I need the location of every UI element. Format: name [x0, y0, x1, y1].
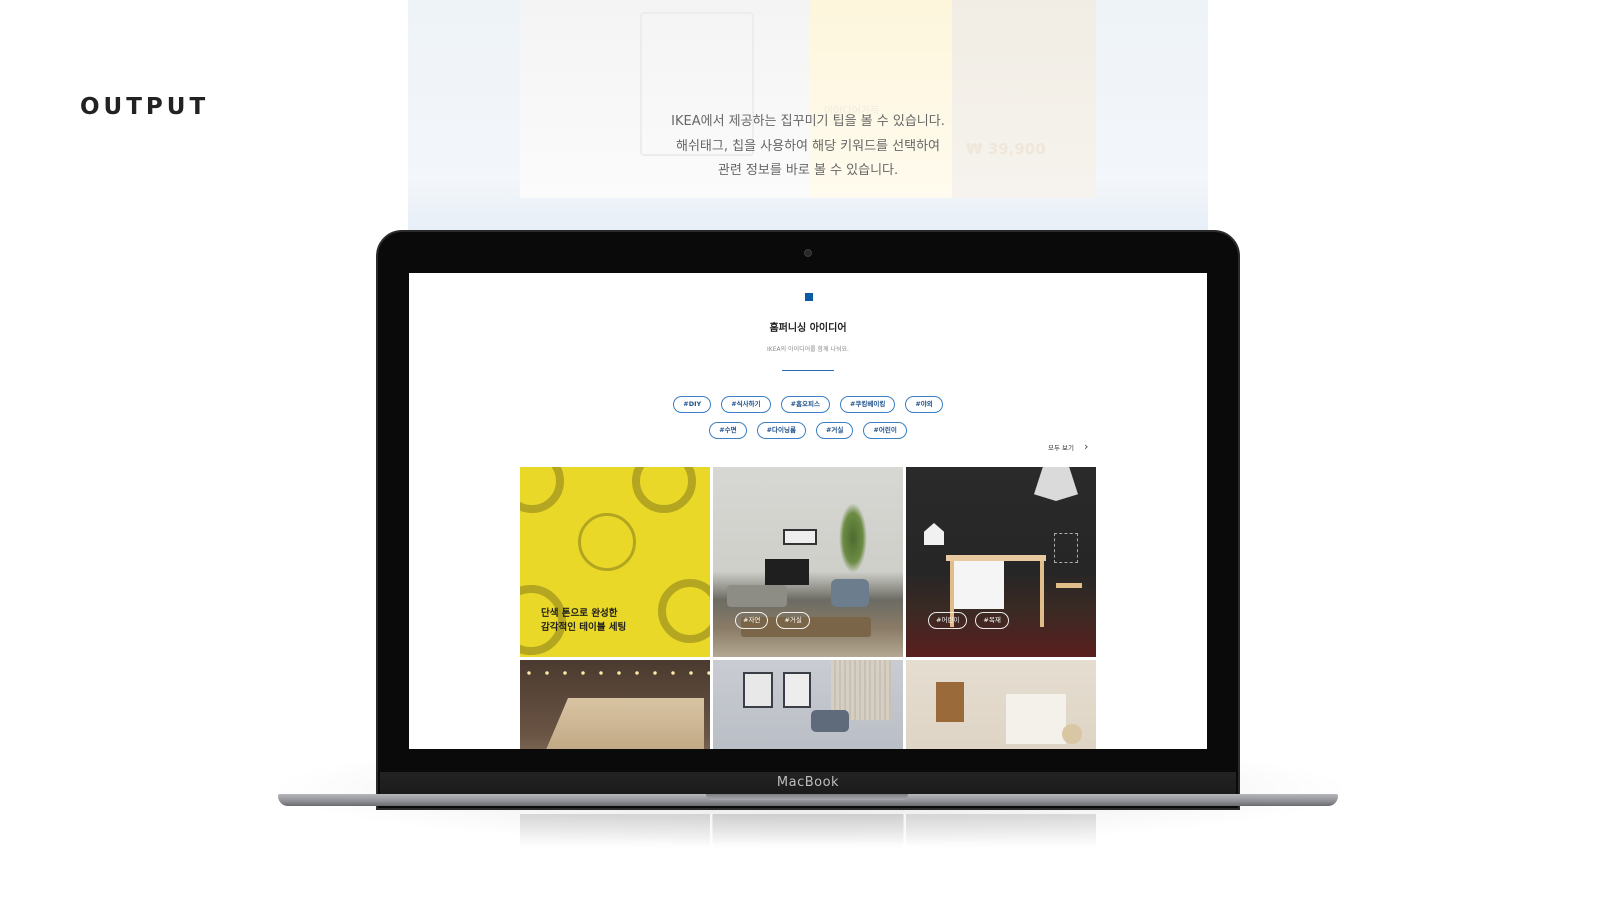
desk-leg-shape	[1040, 561, 1044, 627]
wall-art-shape	[743, 672, 773, 708]
title-divider	[782, 370, 834, 371]
sofa-shape	[727, 585, 787, 607]
idea-tile-hallway[interactable]	[906, 660, 1096, 749]
hashtag-chip[interactable]: #거실	[815, 422, 854, 439]
hashtag-chip[interactable]: #홈오피스	[780, 396, 830, 413]
idea-tile-outdoor-tent[interactable]	[520, 660, 710, 749]
string-lights-shape	[520, 670, 710, 676]
tile-hashtag-chip[interactable]: #목재	[975, 612, 1009, 629]
description-line: 관련 정보를 바로 볼 수 있습니다.	[717, 163, 899, 178]
hashtag-chip[interactable]: #DIY	[673, 396, 712, 413]
view-all-link[interactable]: 모두 보기 ›	[1048, 441, 1088, 452]
wall-art-shape	[783, 672, 811, 708]
tile-caption: 단색 톤으로 완성한 감각적인 테이블 세팅	[541, 607, 626, 635]
wall-art-shape	[783, 529, 817, 545]
armchair-shape	[831, 579, 869, 607]
laptop-notch	[706, 794, 908, 800]
tile-caption-line: 단색 톤으로 완성한	[541, 608, 618, 619]
hashtag-chip[interactable]: #쿠킹베이킹	[839, 396, 896, 413]
laptop-chin: MacBook	[380, 772, 1236, 796]
hashtag-chip[interactable]: #어린이	[863, 422, 907, 439]
hashtag-chip[interactable]: #식사하기	[721, 396, 771, 413]
description-line: 해쉬태그, 칩을 사용하여 해당 키워드를 선택하여	[676, 138, 940, 154]
tile-tags: #자연 #거실	[735, 612, 810, 629]
idea-tile-table-setting[interactable]: 단색 톤으로 완성한 감각적인 테이블 세팅	[520, 467, 710, 657]
description-line: IKEA에서 제공하는 집꾸미기 팁을 볼 수 있습니다.	[671, 114, 945, 129]
idea-tile-bedroom[interactable]	[713, 660, 903, 749]
pillow-shape	[811, 710, 849, 732]
accent-square-icon	[805, 293, 813, 301]
hashtag-chip[interactable]: #다이닝룸	[756, 422, 806, 439]
idea-tile-kids-room[interactable]: #어린이 #목재	[906, 467, 1096, 657]
section-subtitle: IKEA의 아이디어를 함께 나눠요.	[767, 346, 849, 353]
tile-tags: #어린이 #목재	[928, 612, 1009, 629]
laptop-screen: 홈퍼니싱 아이디어 IKEA의 아이디어를 함께 나눠요. #DIY #식사하기…	[409, 273, 1207, 749]
paper-roll-shape	[952, 561, 1004, 609]
output-label: OUTPUT	[80, 94, 210, 120]
shelf-shape	[936, 682, 964, 722]
tile-hashtag-chip[interactable]: #어린이	[928, 612, 968, 629]
pendant-lamp-shape	[1034, 467, 1078, 501]
view-all-label: 모두 보기	[1048, 443, 1074, 452]
idea-tile-living-room[interactable]: #자연 #거실	[713, 467, 903, 657]
plant-shape	[839, 503, 867, 573]
hashtag-chip[interactable]: #야외	[905, 396, 943, 413]
idea-grid: 단색 톤으로 완성한 감각적인 테이블 세팅 #자연 #거실 #어린이 #목재	[520, 467, 1096, 749]
house-decor-shape	[924, 523, 944, 545]
stool-shape	[1056, 583, 1082, 628]
hashtag-row: #DIY #식사하기 #홈오피스 #쿠킹베이킹 #야외	[409, 396, 1207, 413]
tile-hashtag-chip[interactable]: #거실	[776, 612, 810, 629]
tile-caption-line: 감각적인 테이블 세팅	[541, 622, 627, 633]
camera-icon	[805, 250, 811, 256]
hashtag-row: #수면 #다이닝룸 #거실 #어린이	[409, 422, 1207, 439]
section-title: 홈퍼니싱 아이디어	[769, 323, 847, 334]
lamp-shape	[1062, 724, 1082, 744]
tent-opening-shape	[534, 698, 704, 749]
chevron-right-icon: ›	[1084, 440, 1089, 453]
tile-hashtag-chip[interactable]: #자연	[735, 612, 769, 629]
laptop-brand: MacBook	[776, 775, 840, 790]
cabinet-shape	[1006, 694, 1066, 744]
laptop-reflection	[520, 814, 1096, 848]
hashtag-chip[interactable]: #수면	[709, 422, 747, 439]
tv-shape	[765, 559, 809, 585]
feature-description: IKEA에서 제공하는 집꾸미기 팁을 볼 수 있습니다. 해쉬태그, 칩을 사…	[520, 110, 1096, 184]
chalk-drawing-shape	[1054, 533, 1078, 563]
